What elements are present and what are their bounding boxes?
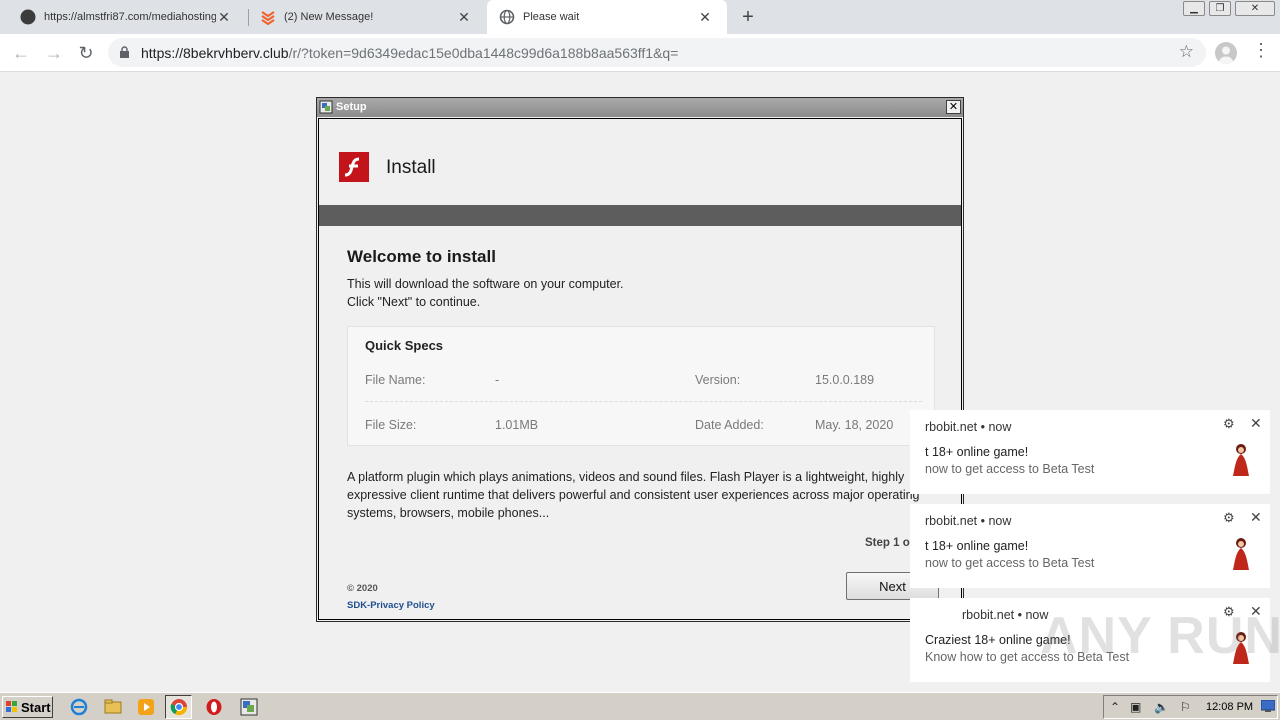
window-close-button[interactable]: ✕ xyxy=(1235,1,1275,16)
tab-mediahosting[interactable]: https://almstfri87.com/mediahosting ✕ xyxy=(0,0,246,34)
dialog-title: Setup xyxy=(336,101,367,113)
tray-expand-icon[interactable]: ⌃ xyxy=(1110,700,1120,714)
copyright-text: © 2020 xyxy=(347,583,378,594)
close-icon[interactable]: ✕ xyxy=(1250,509,1262,526)
product-description: A platform plugin which plays animations… xyxy=(347,470,920,520)
globe-icon xyxy=(499,9,515,25)
tab-close-button[interactable]: ✕ xyxy=(456,9,472,26)
setup-icon xyxy=(319,100,333,114)
tab-title: https://almstfri87.com/mediahosting xyxy=(44,11,216,23)
taskbar: Start ⌃ ▣ 🔈 ⚐ 12:08 PM xyxy=(0,692,1280,720)
reload-button[interactable]: ↻ xyxy=(74,41,98,65)
installer-header: Install xyxy=(319,119,961,205)
folder-icon[interactable] xyxy=(104,698,122,716)
notification-card[interactable]: rbobit.net • now t 18+ online game! now … xyxy=(910,504,1270,588)
forward-button[interactable]: → xyxy=(42,41,66,65)
media-player-icon[interactable] xyxy=(137,698,155,716)
opera-icon[interactable] xyxy=(205,698,223,716)
notification-body: now to get access to Beta Test xyxy=(925,556,1095,570)
windows-logo-icon xyxy=(6,701,17,712)
notification-site: rbobit.net • now xyxy=(925,420,1012,434)
specs-divider xyxy=(365,401,922,402)
anyrun-watermark: ANY RUN xyxy=(1040,607,1280,665)
version-value: 15.0.0.189 xyxy=(815,373,875,387)
notification-site: rbobit.net • now xyxy=(925,514,1012,528)
intro-line-1: This will download the software on your … xyxy=(347,277,624,291)
gear-icon[interactable]: ⚙ xyxy=(1223,510,1235,526)
intro-line-2: Click "Next" to continue. xyxy=(347,295,481,309)
notification-image-icon xyxy=(1233,538,1249,570)
notification-title: t 18+ online game! xyxy=(925,445,1029,459)
minimize-button[interactable]: ▁ xyxy=(1183,1,1205,16)
file-size-label: File Size: xyxy=(365,418,417,432)
lock-icon xyxy=(120,46,129,58)
file-size-value: 1.01MB xyxy=(495,418,539,432)
flag-icon[interactable]: ⚐ xyxy=(1180,700,1191,714)
start-button[interactable]: Start xyxy=(2,696,53,718)
tab-strip: https://almstfri87.com/mediahosting ✕ (2… xyxy=(0,0,1280,34)
tab-title: (2) New Message! xyxy=(284,11,374,23)
volume-icon[interactable]: 🔈 xyxy=(1154,700,1169,714)
url-host: https://8bekrvhberv.club xyxy=(141,45,289,61)
layers-icon xyxy=(261,11,275,25)
tab-close-button[interactable]: ✕ xyxy=(697,9,713,26)
url-path: /r/?token=9d6349edac15e0dba1448c99d6a188… xyxy=(288,45,679,61)
tab-close-button[interactable]: ✕ xyxy=(216,9,232,26)
new-tab-button[interactable]: + xyxy=(738,6,758,29)
date-added-value: May. 18, 2020 xyxy=(815,418,894,432)
header-divider-band xyxy=(319,205,961,226)
installer-title: Install xyxy=(386,157,436,178)
notification-title: t 18+ online game! xyxy=(925,539,1029,553)
profile-avatar-icon[interactable] xyxy=(1215,42,1237,64)
network-icon[interactable]: ▣ xyxy=(1130,700,1141,714)
date-added-label: Date Added: xyxy=(695,418,764,432)
notification-card[interactable]: rbobit.net • now t 18+ online game! now … xyxy=(910,410,1270,494)
globe-dark-icon xyxy=(20,9,36,25)
back-button[interactable]: ← xyxy=(9,41,33,65)
version-label: Version: xyxy=(695,373,741,387)
chrome-taskbar-button[interactable] xyxy=(165,695,192,719)
tab-please-wait[interactable]: Please wait ✕ xyxy=(487,0,727,34)
notification-site: rbobit.net • now xyxy=(962,608,1049,622)
setup-taskbar-icon[interactable] xyxy=(240,698,258,716)
dialog-body: Install Welcome to install This will dow… xyxy=(318,118,962,620)
file-name-label: File Name: xyxy=(365,373,426,387)
url-text: https://8bekrvhberv.club/r/?token=9d6349… xyxy=(141,45,678,61)
notification-image-icon xyxy=(1233,444,1249,476)
bookmark-star-icon[interactable]: ☆ xyxy=(1179,42,1194,62)
close-icon[interactable]: ✕ xyxy=(1250,415,1262,432)
specs-title: Quick Specs xyxy=(365,338,444,353)
tab-new-message[interactable]: (2) New Message! ✕ xyxy=(240,0,486,34)
privacy-policy-link[interactable]: SDK-Privacy Policy xyxy=(347,600,435,611)
welcome-heading: Welcome to install xyxy=(347,247,496,266)
tab-title: Please wait xyxy=(523,11,580,23)
start-label: Start xyxy=(21,699,51,715)
setup-dialog: Setup ✕ Install Welcome to install This … xyxy=(316,97,964,622)
dialog-close-button[interactable]: ✕ xyxy=(946,100,961,114)
quick-specs-panel: Quick Specs File Name: - Version: 15.0.0… xyxy=(347,326,935,446)
flash-player-icon xyxy=(339,152,369,182)
notification-body: now to get access to Beta Test xyxy=(925,462,1095,476)
taskbar-clock: 12:08 PM xyxy=(1206,701,1254,713)
show-desktop-icon[interactable] xyxy=(1261,700,1275,712)
browser-toolbar: ← → ↻ https://8bekrvhberv.club/r/?token=… xyxy=(0,34,1280,72)
dialog-titlebar[interactable]: Setup ✕ xyxy=(317,98,963,117)
file-name-value: - xyxy=(495,373,500,387)
internet-explorer-icon[interactable] xyxy=(70,698,88,716)
address-bar[interactable]: https://8bekrvhberv.club/r/?token=9d6349… xyxy=(108,38,1206,67)
chrome-icon xyxy=(170,699,188,716)
gear-icon[interactable]: ⚙ xyxy=(1223,416,1235,432)
menu-dots-icon[interactable]: ⋮ xyxy=(1252,40,1270,61)
maximize-button[interactable]: ❐ xyxy=(1209,1,1231,16)
